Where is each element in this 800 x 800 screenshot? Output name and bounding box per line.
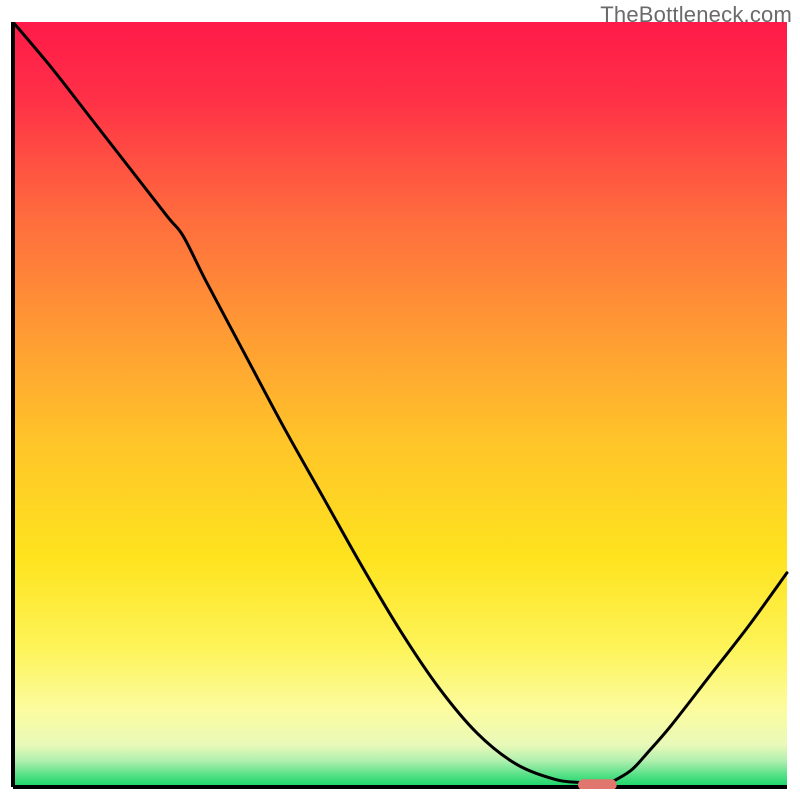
bottleneck-chart	[11, 22, 789, 789]
gradient-background	[13, 22, 787, 787]
chart-container: TheBottleneck.com	[0, 0, 800, 800]
optimal-range-marker	[578, 779, 617, 789]
